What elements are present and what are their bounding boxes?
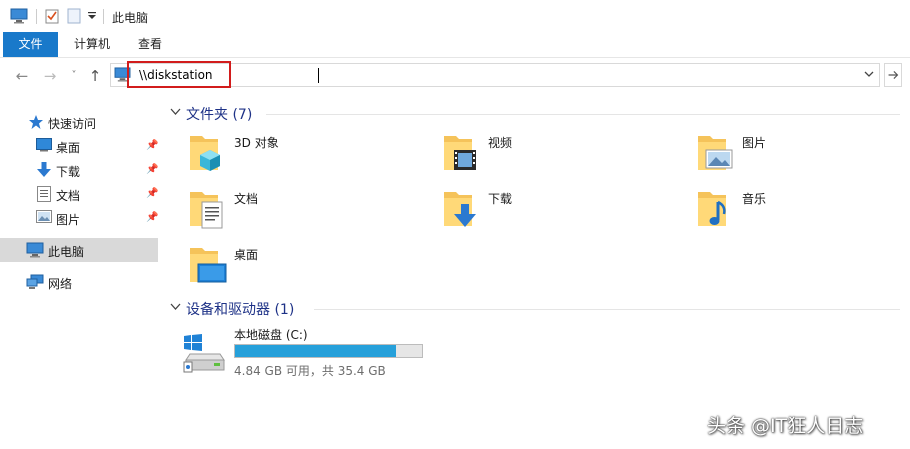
sidebar-item-network[interactable]: 网络 — [0, 270, 158, 294]
ribbon-tabs: 文件 计算机 查看 — [0, 32, 910, 58]
pin-icon[interactable]: 📌 — [146, 212, 158, 223]
star-icon — [29, 115, 43, 129]
new-folder-icon[interactable] — [67, 8, 81, 24]
music-folder-icon — [698, 192, 726, 226]
tab-computer[interactable]: 计算机 — [64, 32, 120, 57]
address-input[interactable] — [135, 66, 835, 84]
pin-icon[interactable]: 📌 — [146, 188, 158, 199]
chevron-down-icon[interactable] — [863, 67, 875, 81]
section-title: 文件夹 (7) — [186, 107, 253, 123]
chevron-down-icon[interactable] — [170, 107, 181, 117]
folder-label: 3D 对象 — [234, 136, 279, 150]
sidebar-label: 网络 — [48, 277, 73, 291]
3d-objects-folder-icon — [190, 136, 220, 171]
computer-icon — [10, 8, 28, 24]
folder-desktop[interactable]: 桌面 — [188, 242, 428, 292]
pin-icon[interactable]: 📌 — [146, 164, 158, 175]
folder-label: 视频 — [488, 136, 513, 150]
sidebar-item-quick-access[interactable]: 快速访问 — [0, 110, 158, 134]
drive-c[interactable]: 本地磁盘 (C:) 4.84 GB 可用，共 35.4 GB — [182, 324, 442, 379]
document-icon — [37, 186, 51, 202]
folders-section-header[interactable]: 文件夹 (7) — [170, 104, 900, 124]
title-separator — [103, 9, 104, 24]
forward-button[interactable]: → — [42, 68, 58, 84]
section-divider — [266, 114, 900, 115]
videos-folder-icon — [444, 136, 476, 170]
section-divider — [314, 309, 900, 310]
window-title: 此电脑 — [112, 11, 149, 25]
folder-label: 图片 — [742, 136, 767, 150]
sidebar-item-pictures[interactable]: 图片 📌 — [0, 206, 158, 230]
title-bar: 此电脑 — [0, 0, 910, 32]
folder-pictures[interactable]: 图片 — [696, 130, 910, 180]
sidebar-item-documents[interactable]: 文档 📌 — [0, 182, 158, 206]
address-highlight-box — [127, 61, 231, 88]
desktop-icon — [36, 138, 52, 152]
pin-icon[interactable]: 📌 — [146, 140, 158, 151]
folder-downloads[interactable]: 下载 — [442, 186, 682, 236]
folder-label: 桌面 — [234, 248, 259, 262]
desktop-folder-icon — [190, 248, 227, 283]
folder-3d-objects[interactable]: 3D 对象 — [188, 130, 428, 180]
documents-folder-icon — [190, 192, 223, 229]
customize-toolbar-icon[interactable] — [88, 12, 96, 20]
sidebar-label: 快速访问 — [48, 117, 97, 131]
back-button[interactable]: ← — [14, 68, 30, 84]
drive-label: 本地磁盘 (C:) — [234, 328, 308, 342]
sidebar-label: 图片 — [56, 213, 81, 227]
recent-locations-button[interactable]: ˅ — [66, 68, 82, 84]
folder-label: 文档 — [234, 192, 259, 206]
sidebar-item-this-pc[interactable]: 此电脑 — [0, 238, 158, 262]
picture-icon — [36, 210, 52, 223]
download-icon — [37, 162, 51, 177]
content-pane: 文件夹 (7) 3D 对象 视频 图片 文档 下载 音乐 桌面 设备和驱动器 (… — [160, 94, 910, 449]
local-disk-icon — [183, 334, 225, 373]
chevron-down-icon[interactable] — [170, 302, 181, 312]
folder-label: 音乐 — [742, 192, 767, 206]
tab-file[interactable]: 文件 — [3, 32, 58, 57]
computer-icon — [26, 242, 44, 258]
folder-label: 下载 — [488, 192, 513, 206]
quick-access-separator — [36, 9, 37, 24]
pictures-folder-icon — [698, 136, 733, 170]
watermark: 头条 @IT狂人日志 — [707, 415, 864, 437]
downloads-folder-icon — [444, 192, 476, 227]
sidebar-label: 此电脑 — [48, 245, 85, 259]
folder-documents[interactable]: 文档 — [188, 186, 428, 236]
text-caret — [318, 68, 319, 83]
sidebar-label: 文档 — [56, 189, 81, 203]
folder-videos[interactable]: 视频 — [442, 130, 682, 180]
arrow-right-icon[interactable] — [884, 63, 902, 87]
sidebar-label: 桌面 — [56, 141, 81, 155]
drives-section-header[interactable]: 设备和驱动器 (1) — [170, 299, 900, 319]
navigation-pane: 快速访问 桌面 📌 下载 📌 文档 📌 图片 📌 此电脑 网络 — [0, 100, 160, 449]
drive-usage-fill — [235, 345, 397, 357]
tab-view[interactable]: 查看 — [126, 32, 174, 57]
drive-space-info: 4.84 GB 可用，共 35.4 GB — [234, 364, 386, 378]
folder-music[interactable]: 音乐 — [696, 186, 910, 236]
up-button[interactable]: ↑ — [87, 68, 103, 84]
section-title: 设备和驱动器 (1) — [186, 302, 295, 318]
sidebar-label: 下载 — [56, 165, 81, 179]
drive-usage-bar — [234, 344, 423, 358]
network-icon — [26, 274, 44, 289]
sidebar-item-desktop[interactable]: 桌面 📌 — [0, 134, 158, 158]
properties-icon[interactable] — [45, 8, 59, 24]
sidebar-item-downloads[interactable]: 下载 📌 — [0, 158, 158, 182]
